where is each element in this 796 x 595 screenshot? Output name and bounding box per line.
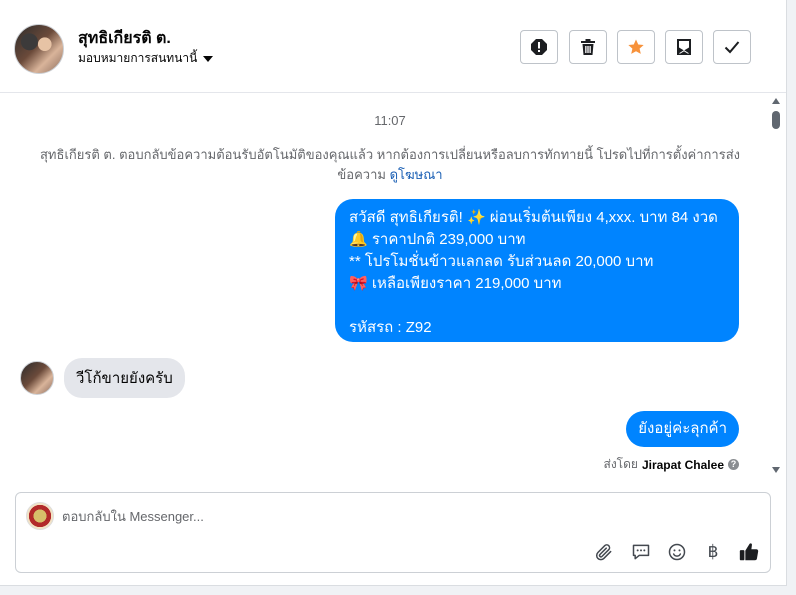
message-line: ** โปรโมชั่นข้าวแลกลด รับส่วนลด 20,000 บ…	[349, 253, 654, 270]
exclamation-icon	[531, 39, 547, 55]
outgoing-message-bubble[interactable]: ยังอยู่ค่ะลุกค้า	[626, 411, 739, 447]
like-icon	[739, 543, 759, 561]
archive-button[interactable]	[665, 30, 703, 64]
sender-avatar[interactable]	[20, 361, 54, 395]
delete-button[interactable]	[569, 30, 607, 64]
reply-composer: ฿	[15, 492, 771, 573]
message-line: 🎀 เหลือเพียงราคา 219,000 บาท	[349, 275, 562, 292]
saved-reply-button[interactable]	[629, 540, 653, 564]
star-button[interactable]	[617, 30, 655, 64]
attach-button[interactable]	[592, 540, 616, 564]
caret-down-icon	[203, 55, 214, 62]
contact-name[interactable]: สุทธิเกียรติ ต.	[78, 26, 171, 51]
message-line: สวัสดี สุทธิเกียรติ! ✨ ผ่อนเริ่มต้นเพียง…	[349, 209, 718, 226]
trash-icon	[581, 39, 595, 55]
message-line: รหัสรถ : Z92	[349, 319, 432, 336]
like-button[interactable]	[737, 540, 761, 564]
incoming-message-row: วีโก้ขายยังครับ	[20, 358, 185, 398]
conversation-header: สุทธิเกียรติ ต. มอบหมายการสนทนานี้	[0, 0, 786, 93]
scrollbar-thumb[interactable]	[772, 111, 780, 129]
archive-icon	[677, 39, 691, 55]
mark-done-button[interactable]	[713, 30, 751, 64]
auto-reply-notice: สุทธิเกียรติ ต. ตอบกลับข้อความต้อนรับอัต…	[20, 145, 760, 185]
message-thread[interactable]: 11:07 สุทธิเกียรติ ต. ตอบกลับข้อความต้อน…	[0, 93, 770, 478]
contact-avatar[interactable]	[14, 24, 64, 74]
assign-label: มอบหมายการสนทนานี้	[78, 51, 198, 65]
help-icon[interactable]: ?	[728, 459, 739, 470]
outgoing-message-bubble[interactable]: สวัสดี สุทธิเกียรติ! ✨ ผ่อนเริ่มต้นเพียง…	[335, 199, 739, 342]
reply-input[interactable]	[62, 505, 742, 527]
incoming-message-bubble[interactable]: วีโก้ขายยังครับ	[64, 358, 185, 398]
sent-by-name: Jirapat Chalee	[641, 457, 724, 472]
assign-conversation-dropdown[interactable]: มอบหมายการสนทนานี้	[78, 49, 214, 68]
message-line: 🔔 ราคาปกติ 239,000 บาท	[349, 231, 526, 248]
baht-icon[interactable]: ฿	[701, 540, 725, 564]
saved-reply-icon	[632, 544, 650, 560]
message-line	[349, 295, 725, 317]
page-avatar	[26, 502, 54, 530]
paperclip-icon	[595, 544, 612, 561]
view-ad-link[interactable]: ดูโฆษณา	[390, 167, 443, 182]
inbox-conversation-panel: สุทธิเกียรติ ต. มอบหมายการสนทนานี้ 11:07…	[0, 0, 787, 586]
emoji-button[interactable]	[665, 540, 689, 564]
check-icon	[724, 41, 740, 54]
mark-spam-button[interactable]	[520, 30, 558, 64]
message-timestamp: 11:07	[374, 113, 406, 128]
sent-by-prefix: ส่งโดย	[603, 457, 638, 471]
scroll-up-arrow-icon[interactable]	[772, 98, 780, 104]
scroll-down-arrow-icon[interactable]	[772, 467, 780, 473]
sent-by-label: ส่งโดย Jirapat Chalee ?	[603, 455, 739, 474]
star-icon	[628, 39, 644, 54]
emoji-icon	[668, 543, 686, 561]
